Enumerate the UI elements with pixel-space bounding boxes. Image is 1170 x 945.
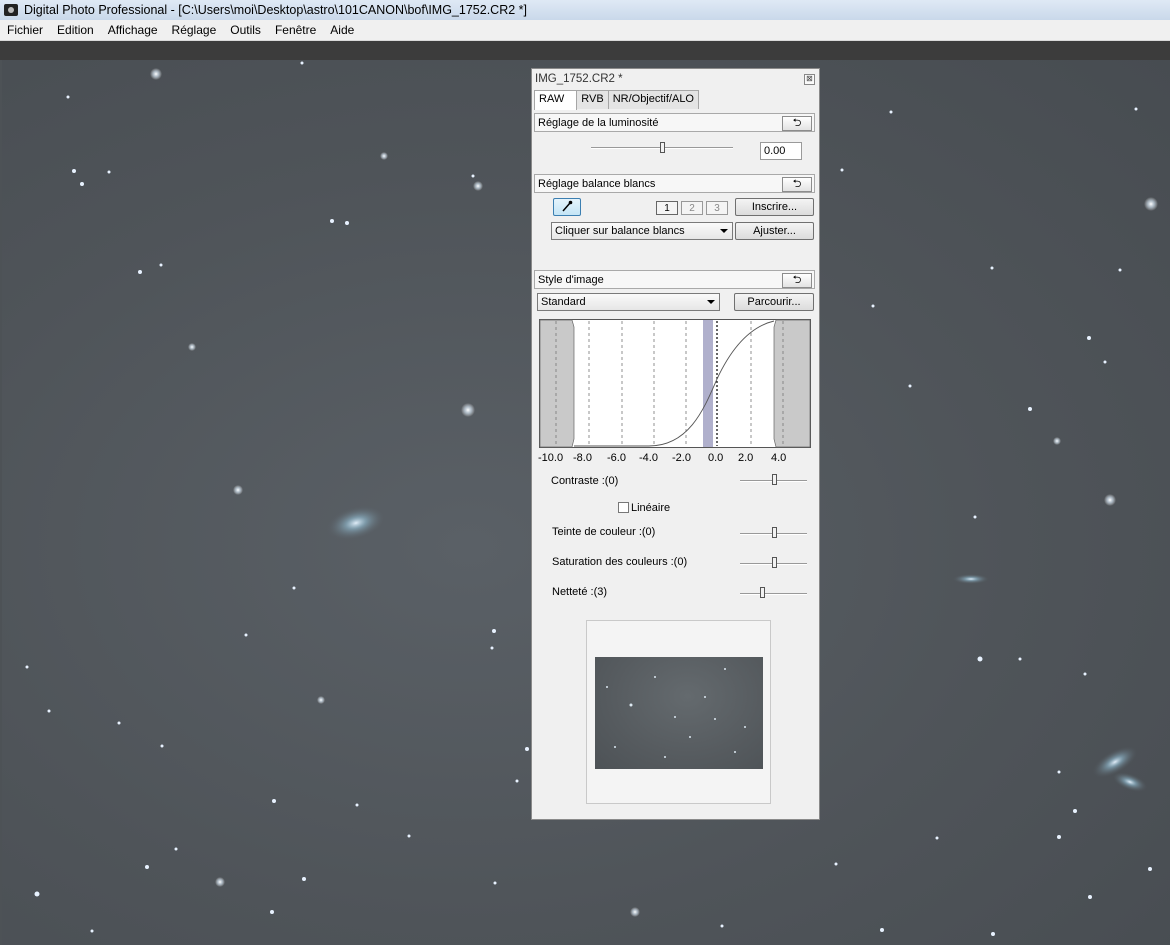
hue-label: Teinte de couleur :(0): [552, 526, 656, 538]
wb-preset-2-button[interactable]: 2: [681, 201, 703, 215]
palette-title: IMG_1752.CR2 *: [535, 73, 623, 85]
register-button[interactable]: Inscrire...: [735, 198, 814, 216]
sharpness-slider-track[interactable]: [740, 593, 807, 595]
shadow-clip-zone[interactable]: [539, 319, 575, 448]
brightness-slider-thumb[interactable]: [660, 142, 665, 153]
chevron-down-icon: [720, 229, 728, 233]
tab-nr-objectif-alo[interactable]: NR/Objectif/ALO: [607, 90, 699, 109]
palette-tabs: RAW RVB NR/Objectif/ALO: [534, 90, 699, 110]
brightness-value-input[interactable]: 0.00: [760, 142, 802, 160]
contrast-label: Contraste :(0): [551, 475, 619, 487]
hue-slider-thumb[interactable]: [772, 527, 777, 538]
menu-fichier[interactable]: Fichier: [0, 20, 50, 40]
adjust-button[interactable]: Ajuster...: [735, 222, 814, 240]
axis-tick: -2.0: [672, 452, 691, 464]
tab-raw[interactable]: RAW: [534, 90, 578, 110]
white-balance-reset-button[interactable]: ⮌: [782, 177, 812, 192]
browse-button[interactable]: Parcourir...: [734, 293, 814, 311]
white-balance-select[interactable]: Cliquer sur balance blancs: [551, 222, 733, 240]
eyedropper-button[interactable]: [553, 198, 581, 216]
highlight-clip-zone[interactable]: [773, 319, 811, 448]
white-balance-select-value: Cliquer sur balance blancs: [555, 225, 685, 237]
thumbnail-image: [606, 668, 746, 758]
brightness-reset-button[interactable]: ⮌: [782, 116, 812, 131]
tone-curve-graph[interactable]: [539, 319, 812, 450]
menu-fenetre[interactable]: Fenêtre: [268, 20, 323, 40]
picture-style-title: Style d'image: [538, 274, 604, 286]
axis-tick: -8.0: [573, 452, 592, 464]
menu-affichage[interactable]: Affichage: [101, 20, 165, 40]
saturation-slider-thumb[interactable]: [772, 557, 777, 568]
close-icon[interactable]: ⊠: [804, 74, 815, 85]
camera-icon: [4, 4, 18, 16]
wb-preset-1-button[interactable]: 1: [656, 201, 678, 215]
sharpness-slider-thumb[interactable]: [760, 587, 765, 598]
tab-rvb[interactable]: RVB: [576, 90, 609, 109]
picture-style-select-value: Standard: [541, 296, 586, 308]
axis-tick: 0.0: [708, 452, 724, 464]
picture-style-reset-button[interactable]: ⮌: [782, 273, 812, 288]
axis-tick: -6.0: [607, 452, 626, 464]
saturation-label: Saturation des couleurs :(0): [552, 556, 688, 568]
linear-checkbox[interactable]: [618, 502, 629, 513]
axis-tick: 4.0: [771, 452, 787, 464]
white-balance-header: Réglage balance blancs ⮌: [534, 174, 815, 193]
navigator-thumbnail[interactable]: [595, 657, 763, 769]
picture-style-select[interactable]: Standard: [537, 293, 720, 311]
axis-tick: -4.0: [639, 452, 658, 464]
window-title-bar: Digital Photo Professional - [C:\Users\m…: [0, 0, 1170, 21]
axis-tick: 2.0: [738, 452, 754, 464]
axis-tick: -10.0: [538, 452, 564, 464]
window-title: Digital Photo Professional - [C:\Users\m…: [24, 3, 527, 17]
brightness-title: Réglage de la luminosité: [538, 117, 659, 129]
tool-palette: IMG_1752.CR2 * ⊠ RAW RVB NR/Objectif/ALO…: [531, 68, 820, 820]
menu-aide[interactable]: Aide: [323, 20, 361, 40]
menu-reglage[interactable]: Réglage: [165, 20, 224, 40]
contrast-slider-thumb[interactable]: [772, 474, 777, 485]
menu-outils[interactable]: Outils: [223, 20, 268, 40]
white-balance-title: Réglage balance blancs: [538, 178, 656, 190]
navigator-box: [586, 620, 771, 804]
toolbar-strip: [0, 41, 1170, 60]
menu-bar: Fichier Edition Affichage Réglage Outils…: [0, 20, 1170, 41]
brightness-header: Réglage de la luminosité ⮌: [534, 113, 815, 132]
sharpness-label: Netteté :(3): [552, 586, 608, 598]
menu-edition[interactable]: Edition: [50, 20, 101, 40]
picture-style-header: Style d'image ⮌: [534, 270, 815, 289]
linear-label: Linéaire: [631, 502, 671, 514]
chevron-down-icon: [707, 300, 715, 304]
eyedropper-icon: [562, 200, 573, 212]
wb-preset-3-button[interactable]: 3: [706, 201, 728, 215]
histogram-peak: [703, 320, 713, 447]
